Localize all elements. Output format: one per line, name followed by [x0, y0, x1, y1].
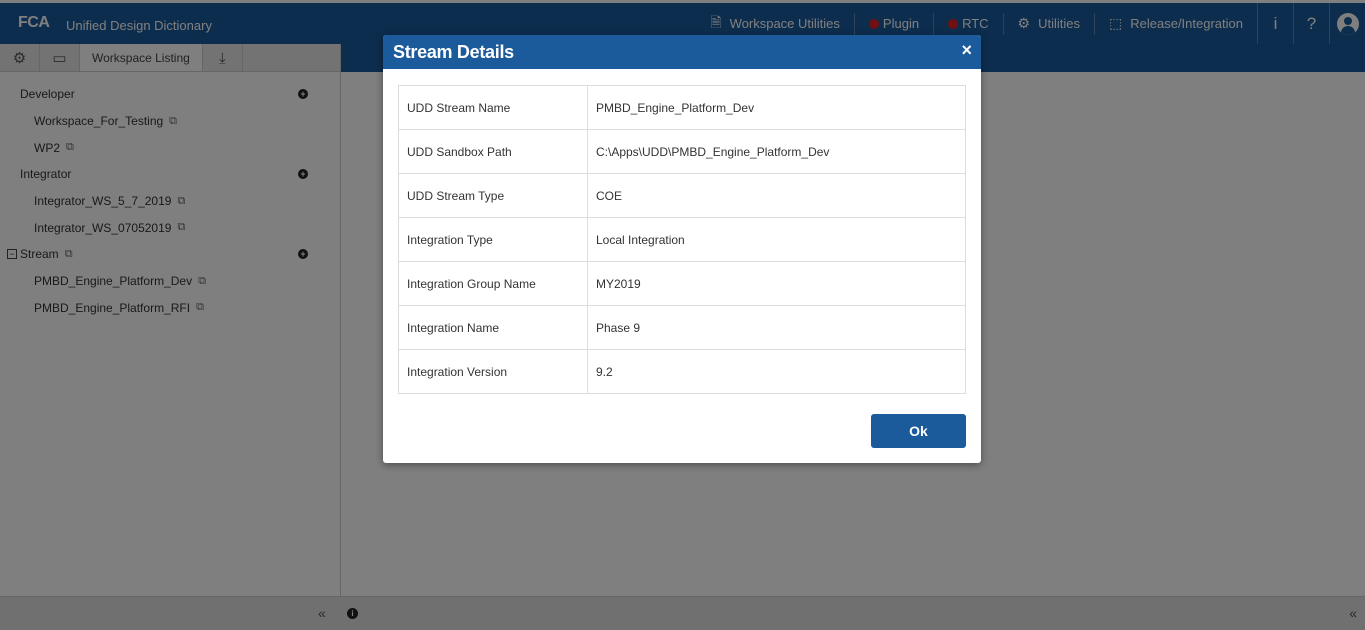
row-value: Local Integration	[587, 217, 966, 262]
row-value: COE	[587, 173, 966, 218]
row-value: C:\Apps\UDD\PMBD_Engine_Platform_Dev	[587, 129, 966, 174]
table-row: UDD Stream Type COE	[398, 173, 966, 218]
row-value: 9.2	[587, 349, 966, 394]
table-row: UDD Stream Name PMBD_Engine_Platform_Dev	[398, 85, 966, 130]
row-key: UDD Sandbox Path	[398, 129, 588, 174]
table-row: UDD Sandbox Path C:\Apps\UDD\PMBD_Engine_…	[398, 129, 966, 174]
table-row: Integration Version 9.2	[398, 349, 966, 394]
dialog-header: Stream Details ×	[383, 35, 981, 69]
ok-button[interactable]: Ok	[871, 414, 966, 448]
row-value: MY2019	[587, 261, 966, 306]
table-row: Integration Type Local Integration	[398, 217, 966, 262]
row-value: Phase 9	[587, 305, 966, 350]
close-icon[interactable]: ×	[961, 40, 972, 61]
dialog-title: Stream Details	[393, 42, 514, 62]
row-key: Integration Type	[398, 217, 588, 262]
row-key: Integration Group Name	[398, 261, 588, 306]
row-value: PMBD_Engine_Platform_Dev	[587, 85, 966, 130]
table-row: Integration Name Phase 9	[398, 305, 966, 350]
row-key: Integration Name	[398, 305, 588, 350]
stream-details-dialog: Stream Details × UDD Stream Name PMBD_Eng…	[383, 35, 981, 463]
row-key: Integration Version	[398, 349, 588, 394]
details-table: UDD Stream Name PMBD_Engine_Platform_Dev …	[398, 85, 966, 394]
row-key: UDD Stream Type	[398, 173, 588, 218]
table-row: Integration Group Name MY2019	[398, 261, 966, 306]
row-key: UDD Stream Name	[398, 85, 588, 130]
